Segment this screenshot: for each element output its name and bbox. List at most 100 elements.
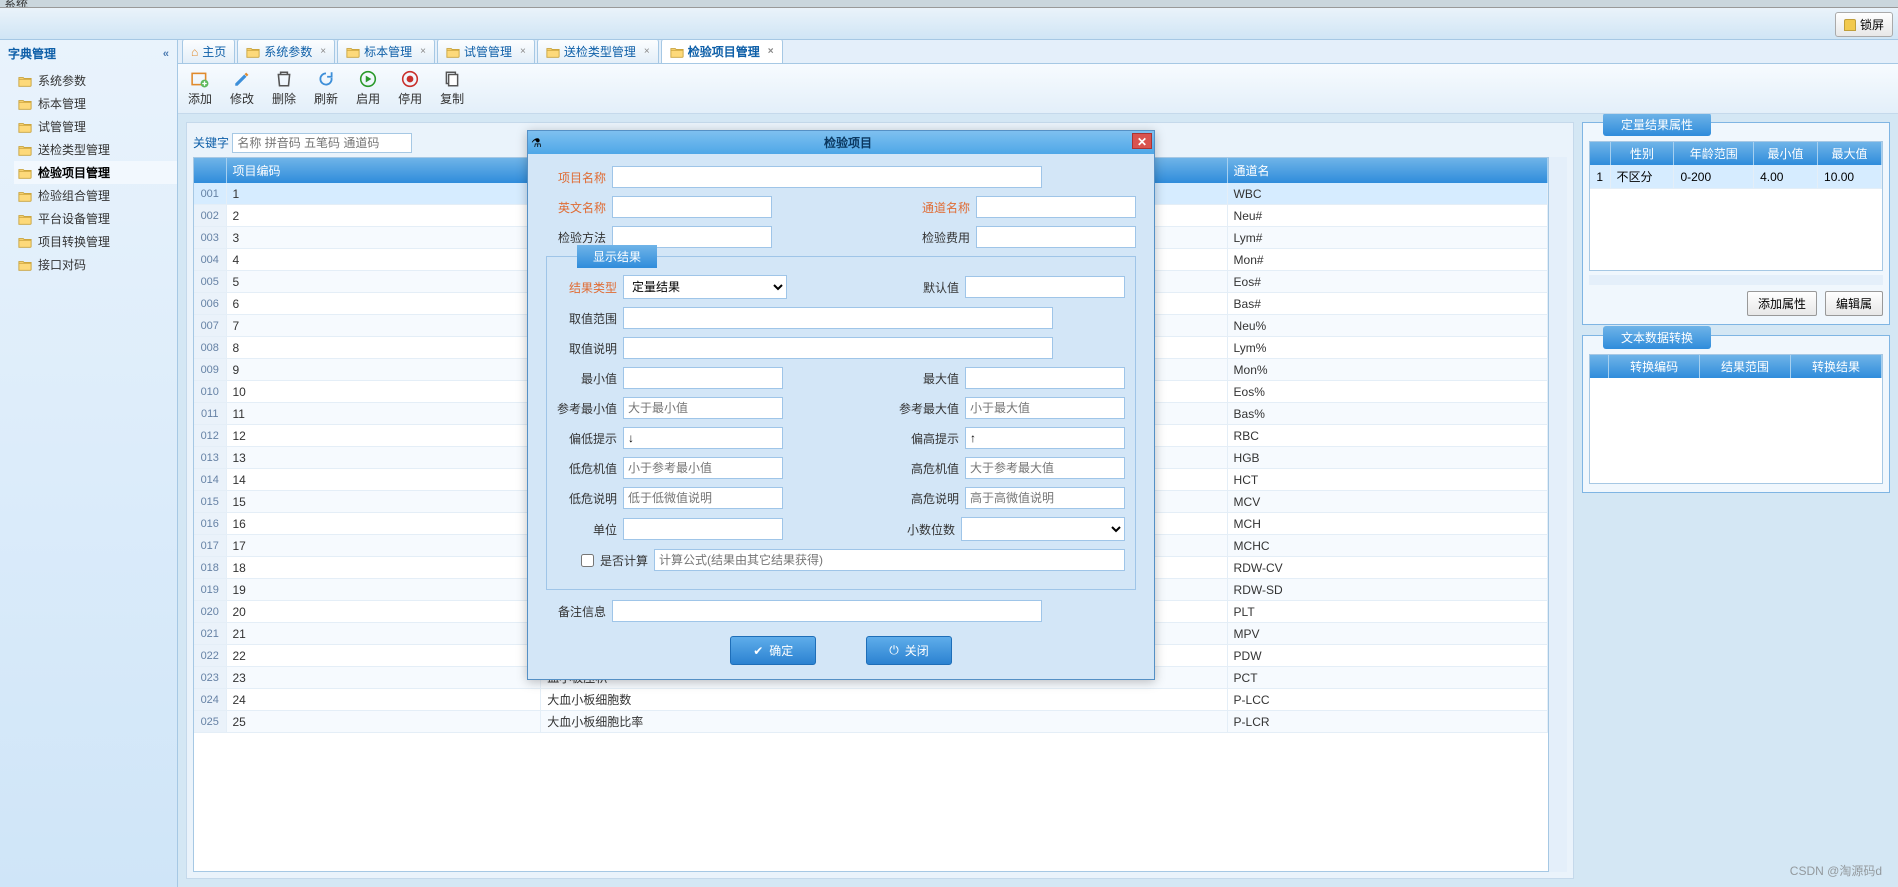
sidebar-item[interactable]: 系统参数 [14,69,177,92]
input-channel[interactable] [976,196,1136,218]
add-button[interactable]: 添加 [188,70,212,107]
refresh-button[interactable]: 刷新 [314,70,338,107]
lbl-rtype: 结果类型 [557,279,617,296]
input-remark[interactable] [612,600,1042,622]
input-refmax[interactable] [965,397,1125,419]
tab-close-icon[interactable]: × [520,46,526,57]
input-calc[interactable] [654,549,1125,571]
add-attr-button[interactable]: 添加属性 [1747,291,1817,316]
input-defv[interactable] [965,276,1125,298]
folder-icon [18,121,32,133]
result-group: 显示结果 结果类型 定量结果 默认值 取值范围 取值说明 最小值 最大值 参考最… [546,256,1136,590]
edit-attr-button[interactable]: 编辑属 [1825,291,1883,316]
sidebar-item[interactable]: 项目转换管理 [14,230,177,253]
toolbar: 添加 修改 删除 刷新 启用 停用 复制 [178,64,1898,114]
sidebar-item[interactable]: 平台设备管理 [14,207,177,230]
table-row[interactable]: 02424大血小板细胞数P-LCC [194,689,1548,711]
input-hightip[interactable] [965,427,1125,449]
sidebar-item[interactable]: 接口对码 [14,253,177,276]
sidebar-title: 字典管理 [8,45,56,62]
input-refmin[interactable] [623,397,783,419]
lbl-channel: 通道名称 [910,199,970,216]
ok-button[interactable]: ✔确定 [730,636,816,665]
dialog-close-button[interactable]: ✕ [1132,133,1152,149]
search-input[interactable] [232,133,412,153]
folder-icon [446,46,460,58]
delete-icon [275,70,293,88]
search-label: 关键字 [193,136,229,150]
tab-close-icon[interactable]: × [320,46,326,57]
input-lowtip[interactable] [623,427,783,449]
lbl-refmax: 参考最大值 [899,400,959,417]
lbl-hightip: 偏高提示 [899,430,959,447]
input-name[interactable] [612,166,1042,188]
folder-icon [246,46,260,58]
tab[interactable]: 系统参数× [237,40,335,63]
sidebar-item[interactable]: 检验组合管理 [14,184,177,207]
input-ename[interactable] [612,196,772,218]
sidebar-item[interactable]: 检验项目管理 [14,161,177,184]
tab[interactable]: 送检类型管理× [537,40,659,63]
tab-close-icon[interactable]: × [420,46,426,57]
test-item-dialog: ⚗ 检验项目 ✕ 项目名称 英文名称 通道名称 检验方法 检验费用 显示结果 结… [527,130,1155,680]
lbl-lowtip: 偏低提示 [557,430,617,447]
input-min[interactable] [623,367,783,389]
convert-grid[interactable]: 转换编码结果范围转换结果 [1589,354,1883,484]
input-fee[interactable] [976,226,1136,248]
sidebar-item[interactable]: 送检类型管理 [14,138,177,161]
folder-icon [346,46,360,58]
input-highrisk[interactable] [965,457,1125,479]
lbl-fee: 检验费用 [910,229,970,246]
tab-strip: ⌂主页系统参数×标本管理×试管管理×送检类型管理×检验项目管理× [178,40,1898,64]
dialog-icon: ⚗ [531,136,545,150]
refresh-icon [317,70,335,88]
input-range[interactable] [623,307,1053,329]
folder-icon [546,46,560,58]
sidebar-item[interactable]: 标本管理 [14,92,177,115]
close-button[interactable]: ⏻关闭 [866,636,952,665]
lbl-max: 最大值 [899,370,959,387]
table-row[interactable]: 1不区分0-2004.0010.00 [1590,165,1882,189]
group-title: 显示结果 [577,245,657,268]
lock-screen-button[interactable]: 锁屏 [1835,12,1893,37]
lock-label: 锁屏 [1860,16,1884,33]
grid-scrollbar[interactable] [1549,157,1567,872]
input-lowrisk[interactable] [623,457,783,479]
text-convert-panel: 文本数据转换 转换编码结果范围转换结果 [1582,335,1890,493]
input-max[interactable] [965,367,1125,389]
select-decimal[interactable] [961,517,1125,541]
lbl-ename: 英文名称 [546,199,606,216]
folder-icon [18,259,32,271]
sidebar-item[interactable]: 试管管理 [14,115,177,138]
input-lowdesc[interactable] [623,487,783,509]
edit-icon [233,70,251,88]
lbl-highdesc: 高危说明 [899,490,959,507]
sidebar-collapse-button[interactable]: « [163,48,169,60]
play-icon [359,70,377,88]
quant-grid[interactable]: 性别年龄范围最小值最大值1不区分0-2004.0010.00 [1589,141,1883,271]
input-rangedesc[interactable] [623,337,1053,359]
chk-iscalc[interactable] [581,554,594,567]
input-unit[interactable] [623,518,783,540]
input-highdesc[interactable] [965,487,1125,509]
tab[interactable]: 试管管理× [437,40,535,63]
edit-button[interactable]: 修改 [230,70,254,107]
enable-button[interactable]: 启用 [356,70,380,107]
tab-close-icon[interactable]: × [644,46,650,57]
top-menu-bar: 系统 [0,0,1898,8]
watermark: CSDN @淘源码d [1790,862,1882,879]
copy-button[interactable]: 复制 [440,70,464,107]
tab[interactable]: ⌂主页 [182,40,235,63]
tab[interactable]: 检验项目管理× [661,40,783,63]
tab-close-icon[interactable]: × [768,46,774,57]
delete-button[interactable]: 删除 [272,70,296,107]
tab[interactable]: 标本管理× [337,40,435,63]
disable-button[interactable]: 停用 [398,70,422,107]
horiz-scroll[interactable] [1589,275,1883,285]
table-row[interactable]: 02525大血小板细胞比率P-LCR [194,711,1548,733]
lbl-lowrisk: 低危机值 [557,460,617,477]
folder-icon [18,75,32,87]
dialog-title: 检验项目 [545,134,1151,151]
folder-icon [18,144,32,156]
select-rtype[interactable]: 定量结果 [623,275,787,299]
